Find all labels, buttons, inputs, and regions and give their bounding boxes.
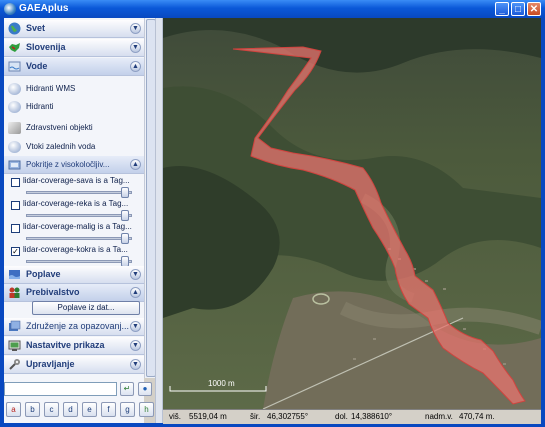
window-title: GAEAplus bbox=[19, 3, 69, 14]
map-view[interactable] bbox=[163, 18, 541, 409]
nadm-value: 470,74 m. bbox=[459, 412, 495, 421]
layer-checkbox[interactable] bbox=[11, 224, 20, 233]
chevron-down-icon[interactable]: ▼ bbox=[130, 340, 141, 351]
satellite-terrain[interactable] bbox=[163, 18, 541, 409]
section-svet[interactable]: Svet ▼ bbox=[4, 20, 144, 38]
search-go-icon[interactable]: ↵ bbox=[120, 382, 134, 396]
layer-checkbox[interactable]: ✓ bbox=[11, 247, 20, 256]
panel-splitter[interactable] bbox=[155, 18, 163, 423]
maximize-button[interactable]: □ bbox=[511, 2, 525, 16]
list-item-label: Zdravstveni objekti bbox=[26, 123, 93, 132]
flood-icon bbox=[9, 270, 20, 279]
section-zdruzenje[interactable]: Združenje za opazovanj... ▼ bbox=[4, 318, 144, 336]
globe-search-icon[interactable]: ● bbox=[138, 382, 152, 396]
visina-value: 5519,04 m bbox=[189, 412, 227, 421]
sidebar-panel: Svet ▼ Slovenija ▼ Vode ▲ Hidranti WMS H… bbox=[4, 18, 144, 423]
section-pokritje-label: Pokritje z visokoločljiv... bbox=[26, 160, 110, 169]
list-item-label: Hidranti bbox=[26, 102, 54, 111]
nadm-label: nadm.v. bbox=[425, 412, 453, 421]
scale-bar: 1000 m bbox=[168, 379, 268, 394]
toolbar-tool-icon-2[interactable]: b bbox=[25, 402, 40, 417]
opacity-slider[interactable] bbox=[26, 187, 132, 198]
section-vode[interactable]: Vode ▲ bbox=[4, 58, 144, 76]
toolbar-tool-icon-8[interactable]: h bbox=[139, 402, 154, 417]
scale-label: 1000 m bbox=[208, 379, 235, 388]
list-item-label: Vtoki zalednih voda bbox=[26, 142, 96, 151]
close-button[interactable]: ✕ bbox=[527, 2, 541, 16]
section-zdruzenje-label: Združenje za opazovanj... bbox=[26, 321, 130, 331]
search-input[interactable] bbox=[4, 382, 117, 396]
minimize-button[interactable]: _ bbox=[495, 2, 509, 16]
section-svet-label: Svet bbox=[26, 23, 46, 33]
hydrant-wms-icon bbox=[8, 83, 21, 95]
chevron-down-icon[interactable]: ▼ bbox=[130, 269, 141, 280]
lidar-layer-icon bbox=[8, 160, 21, 170]
list-item-zdravstveni-objekti[interactable]: Zdravstveni objekti bbox=[4, 119, 144, 137]
section-poplave[interactable]: Poplave ▼ bbox=[4, 266, 144, 284]
toolbar-tool-icon-4[interactable]: d bbox=[63, 402, 78, 417]
chevron-down-icon[interactable]: ▼ bbox=[130, 42, 141, 53]
list-item-hidranti[interactable]: Hidranti bbox=[4, 98, 144, 116]
title-bar: GAEAplus _ □ ✕ bbox=[0, 0, 545, 18]
status-bar: viš. 5519,04 m šir. 46,302755° dol. 14,3… bbox=[163, 409, 541, 424]
section-pokritje[interactable]: Pokritje z visokoločljiv... ▲ bbox=[4, 156, 144, 174]
search-row: ↵ ● bbox=[4, 382, 155, 396]
section-prebivalstvo[interactable]: Prebivalstvo ▲ bbox=[4, 284, 144, 302]
slider-knob[interactable] bbox=[121, 233, 129, 244]
app-globe-icon bbox=[4, 3, 16, 15]
section-nastavitve-prikaza[interactable]: Nastavitve prikaza ▼ bbox=[4, 337, 144, 355]
toolbar-tool-icon-5[interactable]: e bbox=[82, 402, 97, 417]
layer-label: lidar-coverage-malig is a Tag... bbox=[23, 222, 132, 231]
display-settings-icon bbox=[8, 340, 21, 351]
slider-knob[interactable] bbox=[121, 210, 129, 221]
section-nastavitve-label: Nastavitve prikaza bbox=[26, 340, 105, 350]
slovenia-map-icon bbox=[9, 43, 20, 52]
chevron-up-icon[interactable]: ▲ bbox=[130, 287, 141, 298]
section-slovenija-label: Slovenija bbox=[26, 42, 66, 52]
list-item-label: Hidranti WMS bbox=[26, 84, 76, 93]
water-icon bbox=[8, 61, 21, 72]
section-slovenija[interactable]: Slovenija ▼ bbox=[4, 39, 144, 57]
layer-checkbox[interactable] bbox=[11, 201, 20, 210]
list-item-hidranti-wms[interactable]: Hidranti WMS bbox=[4, 80, 144, 98]
section-prebivalstvo-label: Prebivalstvo bbox=[26, 287, 80, 297]
poplave-iz-dat-button[interactable]: Poplave iz dat... bbox=[32, 301, 140, 315]
section-upravljanje-label: Upravljanje bbox=[26, 359, 75, 369]
layer-label: lidar-coverage-reka is a Tag... bbox=[23, 199, 129, 208]
layer-label: lidar-coverage-kokra is a Ta... bbox=[23, 245, 128, 254]
opacity-slider[interactable] bbox=[26, 256, 132, 267]
layer-checkbox[interactable] bbox=[11, 178, 20, 187]
dolzina-value: 14,388610° bbox=[351, 412, 393, 421]
chevron-up-icon[interactable]: ▲ bbox=[130, 61, 141, 72]
toolbar-tool-icon-6[interactable]: f bbox=[101, 402, 116, 417]
hydrant-icon bbox=[8, 101, 21, 113]
list-item-vtoki-zalednih-voda[interactable]: Vtoki zalednih voda bbox=[4, 138, 144, 156]
section-poplave-label: Poplave bbox=[26, 269, 61, 279]
chevron-up-icon[interactable]: ▲ bbox=[130, 159, 141, 170]
slider-knob[interactable] bbox=[121, 187, 129, 198]
chevron-down-icon[interactable]: ▼ bbox=[130, 23, 141, 34]
section-upravljanje[interactable]: Upravljanje ▼ bbox=[4, 356, 144, 374]
globe-icon bbox=[8, 22, 21, 35]
inflow-icon bbox=[8, 141, 21, 153]
toolbar-tool-icon-1[interactable]: a bbox=[6, 402, 21, 417]
population-icon bbox=[9, 287, 20, 298]
section-vode-label: Vode bbox=[26, 61, 48, 71]
management-icon bbox=[9, 359, 20, 370]
visina-label: viš. bbox=[169, 412, 181, 421]
observation-icon bbox=[9, 320, 21, 331]
window-frame-right bbox=[541, 18, 545, 427]
chevron-down-icon[interactable]: ▼ bbox=[130, 359, 141, 370]
layer-label: lidar-coverage-sava is a Tag... bbox=[23, 176, 130, 185]
sirina-value: 46,302755° bbox=[267, 412, 309, 421]
opacity-slider[interactable] bbox=[26, 210, 132, 221]
sirina-label: šir. bbox=[250, 412, 261, 421]
chevron-down-icon[interactable]: ▼ bbox=[130, 321, 141, 332]
opacity-slider[interactable] bbox=[26, 233, 132, 244]
dolzina-label: dol. bbox=[335, 412, 348, 421]
toolbar-tool-icon-7[interactable]: g bbox=[120, 402, 135, 417]
health-facility-icon bbox=[8, 122, 21, 134]
bottom-toolbar: a b c d e f g h bbox=[4, 400, 155, 420]
toolbar-tool-icon-3[interactable]: c bbox=[44, 402, 59, 417]
